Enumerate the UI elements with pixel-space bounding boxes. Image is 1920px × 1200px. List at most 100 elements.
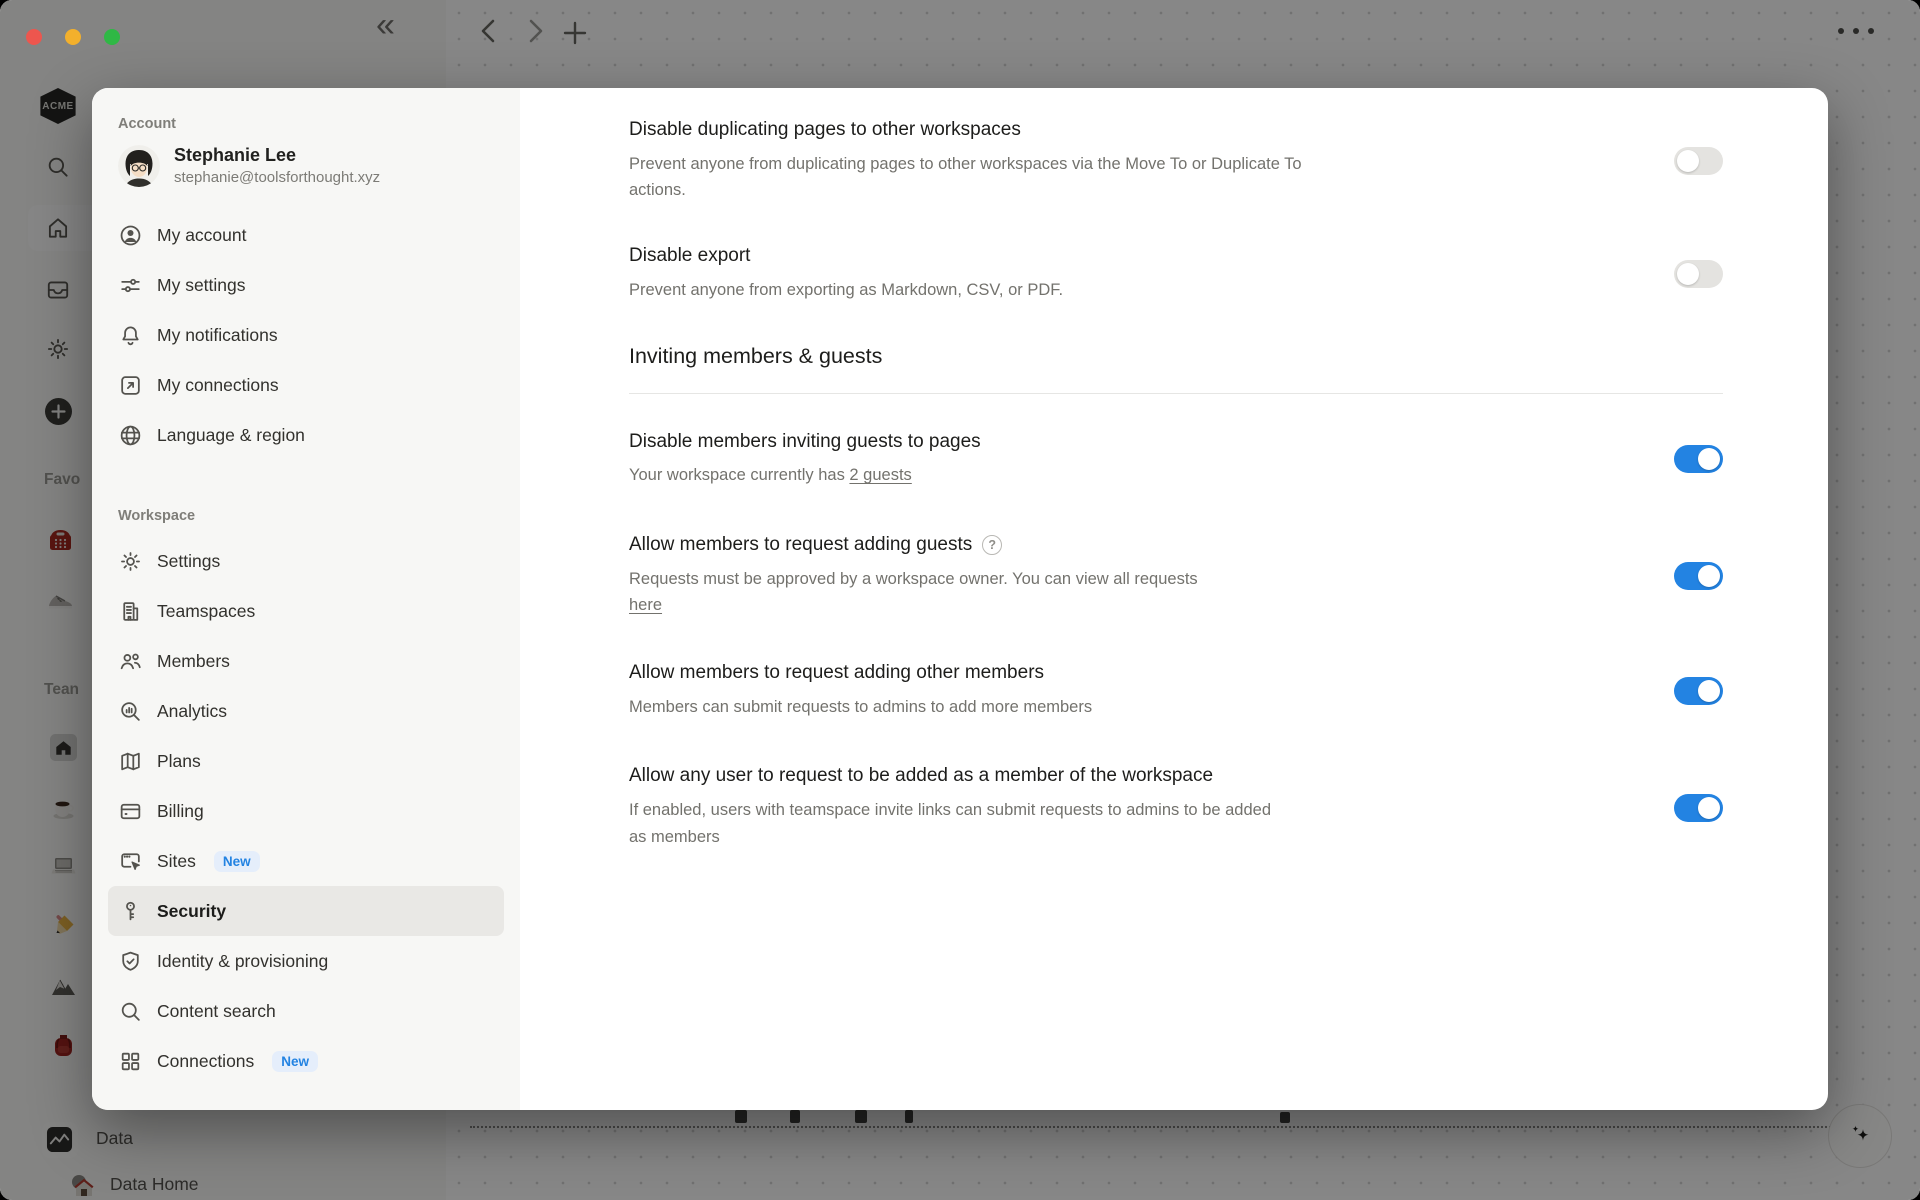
setting-description: Prevent anyone from exporting as Markdow… (629, 277, 1063, 304)
setting-description: If enabled, users with teamspace invite … (629, 797, 1279, 850)
nav-item-label: Connections (157, 1051, 254, 1072)
security-settings-content: Disable duplicating pages to other works… (520, 88, 1828, 1110)
account-section-header: Account (118, 116, 494, 132)
toggle-knob (1698, 680, 1720, 702)
toggle-disable-guest-invites[interactable] (1674, 445, 1723, 473)
browser-cursor-icon (118, 849, 143, 874)
setting-text: Disable members inviting guests to pages… (629, 430, 981, 489)
building-icon (118, 599, 143, 624)
user-circle-icon (118, 223, 143, 248)
nav-item-label: Sites (157, 851, 196, 872)
setting-row-disable-duplicating: Disable duplicating pages to other works… (629, 118, 1723, 204)
new-badge: New (214, 851, 260, 872)
toggle-knob (1698, 448, 1720, 470)
nav-item-content-search[interactable]: Content search (108, 986, 504, 1036)
search-icon (118, 999, 143, 1024)
requests-here-link[interactable]: here (629, 592, 662, 619)
avatar (118, 145, 160, 187)
map-icon (118, 749, 143, 774)
nav-item-members[interactable]: Members (108, 636, 504, 686)
settings-nav-panel: Account Stephanie (92, 88, 520, 1110)
sliders-icon (118, 273, 143, 298)
nav-item-label: Teamspaces (157, 601, 255, 622)
nav-item-label: Plans (157, 751, 201, 772)
setting-text: Allow members to request adding guests ?… (629, 533, 1198, 619)
setting-text: Disable duplicating pages to other works… (629, 118, 1309, 204)
magnifier-chart-icon (118, 699, 143, 724)
user-name: Stephanie Lee (174, 144, 380, 167)
zoom-window-button[interactable] (104, 29, 120, 45)
setting-text: Allow any user to request to be added as… (629, 764, 1279, 850)
toggle-disable-duplicating[interactable] (1674, 147, 1723, 175)
toggle-knob (1698, 565, 1720, 587)
setting-title: Disable members inviting guests to pages (629, 430, 981, 455)
close-window-button[interactable] (26, 29, 42, 45)
nav-item-language-region[interactable]: Language & region (108, 410, 504, 460)
setting-description: Your workspace currently has 2 guests (629, 462, 981, 489)
nav-item-label: Security (157, 901, 226, 922)
description-text: Requests must be approved by a workspace… (629, 570, 1198, 588)
nav-item-security[interactable]: Security (108, 886, 504, 936)
nav-item-label: Members (157, 651, 230, 672)
nav-item-my-notifications[interactable]: My notifications (108, 310, 504, 360)
people-icon (118, 649, 143, 674)
description-text: Your workspace currently has (629, 466, 849, 484)
nav-item-label: Identity & provisioning (157, 951, 328, 972)
gear-icon (118, 549, 143, 574)
toggle-knob (1677, 263, 1699, 285)
setting-row-request-members: Allow members to request adding other me… (629, 661, 1723, 720)
nav-item-label: My notifications (157, 325, 278, 346)
setting-title: Allow members to request adding guests (629, 533, 972, 558)
nav-item-label: Analytics (157, 701, 227, 722)
section-divider (629, 393, 1723, 394)
shield-check-icon (118, 949, 143, 974)
setting-description: Prevent anyone from duplicating pages to… (629, 151, 1309, 204)
help-icon[interactable]: ? (982, 535, 1002, 555)
grid-icon (118, 1049, 143, 1074)
nav-item-plans[interactable]: Plans (108, 736, 504, 786)
toggle-request-members[interactable] (1674, 677, 1723, 705)
nav-item-billing[interactable]: Billing (108, 786, 504, 836)
toggle-any-user-request[interactable] (1674, 794, 1723, 822)
nav-item-my-account[interactable]: My account (108, 210, 504, 260)
workspace-section-header: Workspace (118, 508, 494, 524)
nav-item-analytics[interactable]: Analytics (108, 686, 504, 736)
nav-item-teamspaces[interactable]: Teamspaces (108, 586, 504, 636)
setting-row-request-guests: Allow members to request adding guests ?… (629, 533, 1723, 619)
setting-row-any-user-request: Allow any user to request to be added as… (629, 764, 1723, 850)
setting-title: Allow any user to request to be added as… (629, 764, 1279, 789)
nav-item-label: My settings (157, 275, 246, 296)
nav-item-sites[interactable]: Sites New (108, 836, 504, 886)
nav-item-my-settings[interactable]: My settings (108, 260, 504, 310)
app-window: « ACME Favo Tean (0, 0, 1920, 1200)
setting-title: Disable duplicating pages to other works… (629, 118, 1309, 143)
nav-item-settings[interactable]: Settings (108, 536, 504, 586)
setting-title: Disable export (629, 244, 1063, 269)
nav-item-label: My connections (157, 375, 279, 396)
nav-item-my-connections[interactable]: My connections (108, 360, 504, 410)
setting-row-disable-guest-invites: Disable members inviting guests to pages… (629, 430, 1723, 489)
setting-text: Allow members to request adding other me… (629, 661, 1092, 720)
toggle-disable-export[interactable] (1674, 260, 1723, 288)
globe-icon (118, 423, 143, 448)
guests-count-link[interactable]: 2 guests (849, 466, 911, 484)
nav-item-identity-provisioning[interactable]: Identity & provisioning (108, 936, 504, 986)
account-user-row[interactable]: Stephanie Lee stephanie@toolsforthought.… (118, 144, 494, 188)
nav-item-label: Billing (157, 801, 204, 822)
toggle-knob (1677, 150, 1699, 172)
nav-item-label: Content search (157, 1001, 276, 1022)
nav-item-connections[interactable]: Connections New (108, 1036, 504, 1086)
setting-description: Requests must be approved by a workspace… (629, 566, 1198, 619)
setting-row-disable-export: Disable export Prevent anyone from expor… (629, 244, 1723, 303)
new-badge: New (272, 1051, 318, 1072)
setting-text: Disable export Prevent anyone from expor… (629, 244, 1063, 303)
nav-item-label: Language & region (157, 425, 305, 446)
settings-dialog: Account Stephanie (92, 88, 1828, 1110)
minimize-window-button[interactable] (65, 29, 81, 45)
arrow-up-right-box-icon (118, 373, 143, 398)
bell-icon (118, 323, 143, 348)
key-icon (118, 899, 143, 924)
credit-card-icon (118, 799, 143, 824)
toggle-request-guests[interactable] (1674, 562, 1723, 590)
nav-item-label: Settings (157, 551, 220, 572)
